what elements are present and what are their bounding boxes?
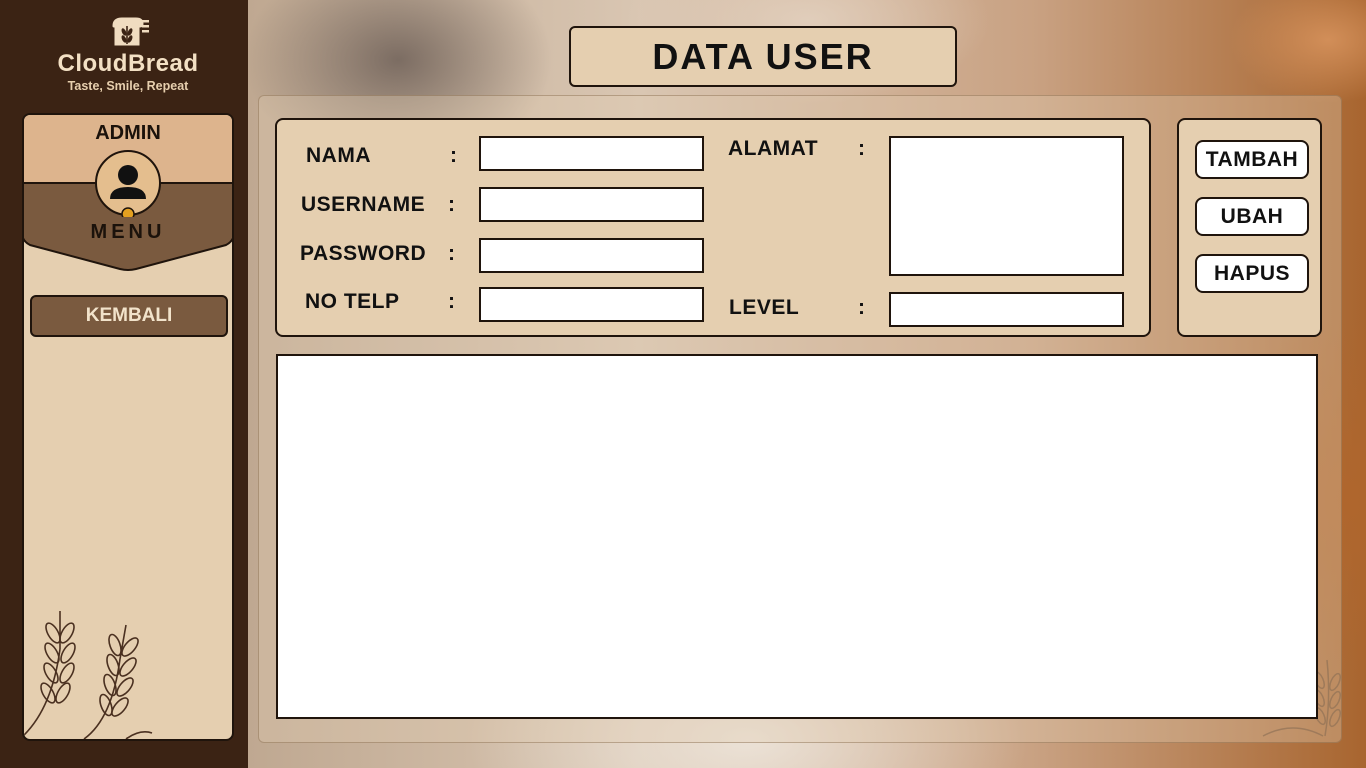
back-button[interactable]: KEMBALI [30,295,228,337]
alamat-textarea[interactable] [889,136,1124,276]
edit-button[interactable]: UBAH [1195,197,1309,236]
wheat-stalks-icon [24,611,153,739]
no-telp-colon: : [448,290,455,313]
alamat-label: ALAMAT [728,137,819,160]
brand-logo: CloudBread Taste, Smile, Repeat [40,14,216,93]
no-telp-input[interactable] [479,287,704,322]
brand-tagline: Taste, Smile, Repeat [67,79,189,93]
user-avatar-icon [95,150,161,217]
level-label: LEVEL [729,296,800,319]
page-title: DATA USER [569,26,957,87]
no-telp-label: NO TELP [305,290,400,313]
password-colon: : [448,242,455,265]
sidebar-panel: ADMIN MENU KEMBALI [22,113,234,741]
delete-button[interactable]: HAPUS [1195,254,1309,293]
nama-input[interactable] [479,136,704,171]
password-label: PASSWORD [300,242,427,265]
username-label: USERNAME [301,193,426,216]
nama-colon: : [450,144,457,167]
user-data-table[interactable] [276,354,1318,719]
bread-wheat-icon [111,16,149,47]
level-colon: : [858,296,865,319]
password-input[interactable] [479,238,704,273]
nama-label: NAMA [306,144,371,167]
alamat-colon: : [858,137,865,160]
role-label: ADMIN [95,122,161,144]
menu-label: MENU [90,221,166,243]
add-button[interactable]: TAMBAH [1195,140,1309,179]
username-colon: : [448,193,455,216]
brand-name: CloudBread [57,50,199,77]
username-input[interactable] [479,187,704,222]
level-input[interactable] [889,292,1124,327]
